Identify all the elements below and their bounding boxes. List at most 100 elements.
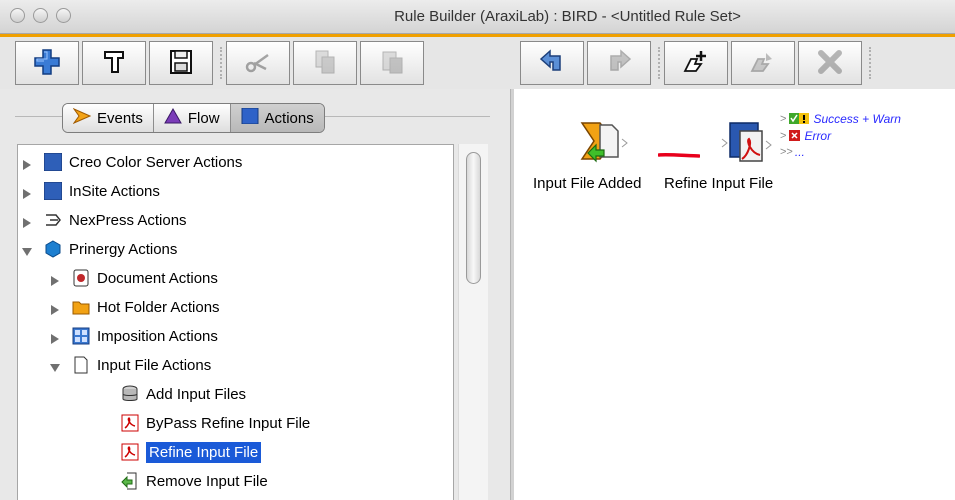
tree-item-bypass-refine-input-file[interactable]: ByPass Refine Input File [121,410,310,436]
tree-item-prinergy-actions[interactable]: Prinergy Actions [22,236,177,262]
expand-arrow-icon[interactable] [50,302,60,315]
tab-actions-label: Actions [264,109,314,127]
actions-square-icon [241,107,259,128]
events-arrow-icon [72,107,92,128]
actions-panel: Events Flow Actions Creo Color Server Ac… [0,89,510,500]
actions-tree: Creo Color Server Actions InSite Actions… [17,144,454,500]
tree-item-hot-folder-actions[interactable]: Hot Folder Actions [50,294,220,320]
undo-arrow-icon [537,47,567,80]
expand-arrow-icon[interactable] [50,331,60,344]
tree-item-label: Creo Color Server Actions [69,153,243,171]
rule-button[interactable] [731,41,795,85]
tab-flow[interactable]: Flow [153,104,231,132]
output-arrow-icon: > [780,113,787,125]
imposition-grid-icon [72,327,90,345]
tree-item-add-input-files[interactable]: Add Input Files [121,381,246,407]
palette-tabs: Events Flow Actions [62,103,325,133]
toolbar-group-edit [520,41,875,85]
output-label-error: Error [804,129,832,143]
tree-item-remove-input-file[interactable]: Remove Input File [121,468,268,494]
expand-arrow-icon[interactable] [50,273,60,286]
tab-actions[interactable]: Actions [230,104,324,132]
tree-item-label: NexPress Actions [69,211,187,229]
tree-item-label: Input File Actions [97,356,212,374]
tree-item-label: InSite Actions [69,182,160,200]
add-button[interactable] [15,41,79,85]
tree-item-creo-color-server-actions[interactable]: Creo Color Server Actions [22,149,242,175]
tree-item-label: Add Input Files [146,385,247,403]
output-label-more: ... [794,145,805,159]
error-icon [789,128,801,144]
tab-flow-label: Flow [187,109,220,127]
success-warn-icon [789,111,810,127]
collapse-arrow-icon[interactable] [50,360,60,372]
tree-item-label: Hot Folder Actions [97,298,220,316]
delete-button[interactable] [798,41,862,85]
output-success-warn[interactable]: > Success + Warn [780,111,955,127]
output-error[interactable]: > Error [780,129,900,143]
plus-icon [32,47,62,80]
rule-icon [748,47,778,80]
pdf-icon [121,414,139,432]
tree-item-refine-input-file[interactable]: Refine Input File [121,439,262,465]
flow-triangle-icon [163,107,182,128]
more-outputs-icon: >> [780,146,793,158]
redo-arrow-icon [604,47,634,80]
scrollbar-thumb[interactable] [466,152,481,284]
toolbar-separator [865,41,875,85]
tree-item-nexpress-actions[interactable]: NexPress Actions [22,207,187,233]
window-title: Rule Builder (AraxiLab) : BIRD - <Untitl… [394,8,741,25]
copy-button[interactable] [293,41,357,85]
title-bar: Rule Builder (AraxiLab) : BIRD - <Untitl… [0,0,955,34]
rule-link[interactable] [657,145,701,158]
new-rule-button[interactable] [664,41,728,85]
node-label-input-file-added: Input File Added [533,175,642,192]
prinergy-hexagon-icon [44,240,62,258]
collapse-arrow-icon[interactable] [22,244,32,256]
database-icon [121,385,139,403]
output-arrow-icon: > [780,130,787,142]
blue-square-icon [44,153,62,171]
expand-arrow-icon[interactable] [22,215,32,228]
save-button[interactable] [149,41,213,85]
nexpress-icon [44,211,62,229]
scissors-icon [243,47,273,80]
tree-item-label: ByPass Refine Input File [146,414,311,432]
node-input-file-added[interactable] [580,119,628,165]
paste-button[interactable] [360,41,424,85]
new-rule-icon [681,47,711,80]
expand-arrow-icon[interactable] [22,186,32,199]
tab-events[interactable]: Events [63,104,154,132]
tree-item-label: Prinergy Actions [69,240,178,258]
toolbar [0,37,955,89]
remove-file-icon [121,472,139,490]
input-file-added-icon [580,122,636,170]
properties-button[interactable] [82,41,146,85]
save-icon [166,47,196,80]
output-more[interactable]: >> ... [780,145,840,159]
expand-arrow-icon[interactable] [22,157,32,170]
pdf-icon [121,443,139,461]
tree-item-imposition-actions[interactable]: Imposition Actions [50,323,218,349]
rule-canvas[interactable]: > Success + Warn > Error >> ... Input Fi… [514,89,955,500]
output-label-success-warn: Success + Warn [813,112,901,126]
tree-item-label-selected: Refine Input File [146,441,262,463]
tab-events-label: Events [97,109,143,127]
tree-item-label: Remove Input File [146,472,268,490]
copy-icon [310,47,340,80]
document-icon [72,269,90,287]
tree-item-document-actions[interactable]: Document Actions [50,265,218,291]
cut-button[interactable] [226,41,290,85]
undo-button[interactable] [520,41,584,85]
paste-icon [377,47,407,80]
tree-item-input-file-actions[interactable]: Input File Actions [50,352,211,378]
node-refine-input-file[interactable] [720,119,776,169]
toolbar-separator [216,41,226,85]
tree-item-insite-actions[interactable]: InSite Actions [22,178,160,204]
page-icon [72,356,90,374]
toolbar-separator [654,41,664,85]
delete-x-icon [815,47,845,80]
redo-button[interactable] [587,41,651,85]
node-label-refine-input-file: Refine Input File [664,175,774,192]
tree-scrollbar[interactable] [458,144,488,500]
